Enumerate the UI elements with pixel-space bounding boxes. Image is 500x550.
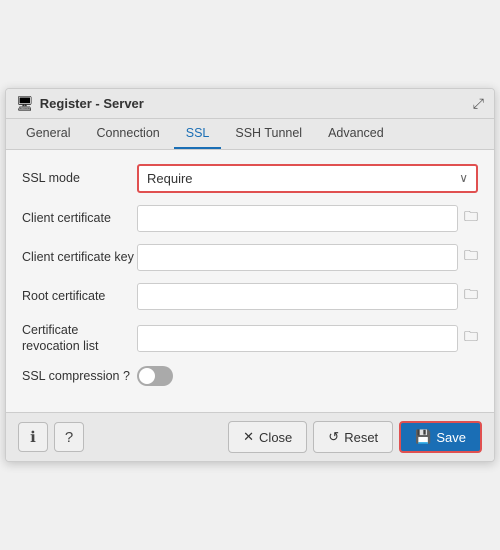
ssl-mode-value: Require <box>147 171 459 186</box>
client-cert-label: Client certificate <box>22 210 137 226</box>
reset-label: Reset <box>344 430 378 445</box>
info-icon: ℹ <box>30 428 36 446</box>
save-label: Save <box>436 430 466 445</box>
client-cert-key-input[interactable] <box>146 250 449 265</box>
tab-advanced[interactable]: Advanced <box>316 119 396 149</box>
root-cert-label: Root certificate <box>22 288 137 304</box>
cert-revocation-input-wrapper <box>137 325 458 352</box>
save-icon: 💾 <box>415 429 431 445</box>
title-bar-left: 🖥 Register - Server <box>16 95 144 112</box>
root-cert-input-wrapper <box>137 283 458 310</box>
title-bar: 🖥 Register - Server ⤢ <box>6 89 494 119</box>
tab-connection[interactable]: Connection <box>84 119 171 149</box>
window-icon: 🖥 <box>16 95 34 112</box>
reset-icon: ↺ <box>328 429 339 445</box>
reset-button[interactable]: ↺ Reset <box>313 421 393 453</box>
info-button[interactable]: ℹ <box>18 422 48 452</box>
expand-icon[interactable]: ⤢ <box>473 95 484 112</box>
footer-right: ✕ Close ↺ Reset 💾 Save <box>228 421 482 453</box>
cert-revocation-label: Certificate revocation list <box>22 322 137 355</box>
cert-revocation-field: 🗀 <box>137 325 478 352</box>
client-cert-field: 🗀 <box>137 205 478 232</box>
tab-general[interactable]: General <box>14 119 82 149</box>
client-cert-input-wrapper <box>137 205 458 232</box>
ssl-mode-select[interactable]: Require ∨ <box>137 164 478 193</box>
cert-revocation-row: Certificate revocation list 🗀 <box>22 322 478 355</box>
form-content: SSL mode Require ∨ Client certificate 🗀 … <box>6 150 494 413</box>
client-cert-file-icon[interactable]: 🗀 <box>464 206 478 230</box>
register-server-window: 🖥 Register - Server ⤢ General Connection… <box>5 88 495 463</box>
close-button[interactable]: ✕ Close <box>228 421 307 453</box>
cert-revocation-input[interactable] <box>146 331 449 346</box>
root-cert-field: 🗀 <box>137 283 478 310</box>
client-cert-row: Client certificate 🗀 <box>22 205 478 232</box>
ssl-compression-field <box>137 366 478 386</box>
cert-revocation-file-icon[interactable]: 🗀 <box>464 326 478 350</box>
toggle-knob <box>139 368 155 384</box>
ssl-compression-label: SSL compression ? <box>22 368 137 384</box>
client-cert-key-field: 🗀 <box>137 244 478 271</box>
client-cert-input[interactable] <box>146 211 449 226</box>
ssl-compression-row: SSL compression ? <box>22 366 478 386</box>
ssl-mode-label: SSL mode <box>22 170 137 186</box>
close-icon: ✕ <box>243 429 254 445</box>
tab-ssl[interactable]: SSL <box>174 119 222 149</box>
footer-left: ℹ ? <box>18 422 84 452</box>
footer: ℹ ? ✕ Close ↺ Reset 💾 Save <box>6 412 494 461</box>
window-title: Register - Server <box>40 96 144 111</box>
root-cert-input[interactable] <box>146 289 449 304</box>
tabs-bar: General Connection SSL SSH Tunnel Advanc… <box>6 119 494 150</box>
client-cert-key-label: Client certificate key <box>22 249 137 265</box>
help-button[interactable]: ? <box>54 422 84 452</box>
root-cert-file-icon[interactable]: 🗀 <box>464 284 478 308</box>
ssl-mode-arrow: ∨ <box>459 171 468 185</box>
client-cert-key-input-wrapper <box>137 244 458 271</box>
root-cert-row: Root certificate 🗀 <box>22 283 478 310</box>
close-label: Close <box>259 430 292 445</box>
ssl-compression-toggle-wrapper <box>137 366 173 386</box>
help-icon: ? <box>65 429 73 446</box>
save-button[interactable]: 💾 Save <box>399 421 482 453</box>
ssl-mode-row: SSL mode Require ∨ <box>22 164 478 193</box>
client-cert-key-file-icon[interactable]: 🗀 <box>464 245 478 269</box>
ssl-compression-toggle[interactable] <box>137 366 173 386</box>
tab-ssh-tunnel[interactable]: SSH Tunnel <box>223 119 314 149</box>
ssl-mode-field: Require ∨ <box>137 164 478 193</box>
client-cert-key-row: Client certificate key 🗀 <box>22 244 478 271</box>
